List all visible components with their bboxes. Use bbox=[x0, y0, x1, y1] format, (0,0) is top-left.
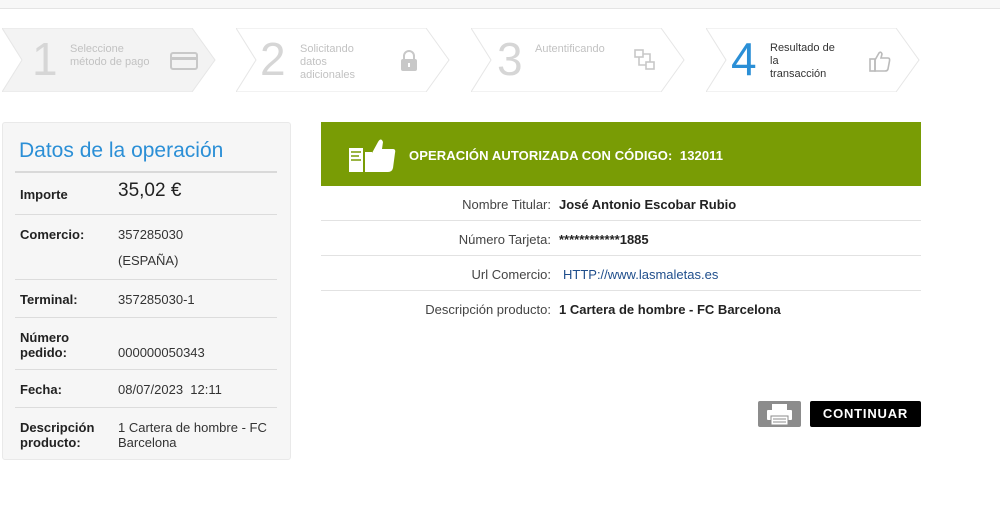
producto-value: 1 Cartera de hombre - FC Barcelona bbox=[559, 302, 781, 317]
step-1-select-payment: 1 Seleccione método de pago bbox=[2, 28, 217, 92]
row-comercio: Comercio: 357285030 (ESPAÑA) bbox=[15, 215, 277, 280]
descripcion-value-line: 1 Cartera de hombre - FC bbox=[118, 420, 267, 435]
step-2-label-line: Solicitando bbox=[300, 43, 354, 55]
fecha-label: Fecha: bbox=[20, 382, 62, 397]
step-1-label-line: Seleccione bbox=[70, 43, 124, 55]
pedido-value: 000000050343 bbox=[118, 345, 205, 360]
descripcion-label: Descripción producto: bbox=[20, 420, 94, 450]
step-1-number: 1 bbox=[32, 33, 58, 85]
step-1-label-line: método de pago bbox=[70, 56, 150, 68]
descripcion-value: 1 Cartera de hombre - FC Barcelona bbox=[118, 420, 267, 450]
step-2-label-line: datos bbox=[300, 56, 327, 68]
thumbs-up-receipt-icon bbox=[349, 139, 396, 172]
step-3-number: 3 bbox=[497, 33, 523, 85]
step-4-transaction-result: 4 Resultado de la transacción bbox=[706, 28, 921, 92]
terminal-value: 357285030-1 bbox=[118, 292, 195, 307]
detail-row-titular: Nombre Titular: José Antonio Escobar Rub… bbox=[321, 186, 921, 221]
producto-label: Descripción producto: bbox=[425, 302, 551, 317]
top-bar bbox=[0, 0, 1000, 9]
merchant-url-link[interactable]: HTTP://www.lasmaletas.es bbox=[563, 267, 718, 282]
continue-button[interactable]: CONTINUAR bbox=[810, 401, 921, 427]
network-icon bbox=[634, 49, 655, 70]
step-3-authenticating: 3 Autentificando bbox=[471, 28, 686, 92]
descripcion-label-line: producto: bbox=[20, 435, 81, 450]
importe-label: Importe bbox=[20, 187, 68, 202]
pedido-label-line: pedido: bbox=[20, 345, 67, 360]
step-4-label-line: transacción bbox=[770, 68, 827, 80]
tarjeta-value: ************1885 bbox=[559, 232, 649, 247]
print-button[interactable] bbox=[758, 401, 801, 427]
step-3-label-line: Autentificando bbox=[535, 43, 605, 55]
comercio-value: 357285030 bbox=[118, 227, 184, 242]
step-4-label-line: la bbox=[770, 55, 779, 67]
descripcion-label-line: Descripción bbox=[20, 420, 95, 435]
authorization-banner: OPERACIÓN AUTORIZADA CON CÓDIGO: 132011 bbox=[321, 122, 921, 186]
step-4-label: Resultado de la transacción bbox=[770, 42, 835, 81]
thumbs-up-icon bbox=[869, 51, 891, 72]
row-terminal: Terminal: 357285030-1 bbox=[15, 280, 277, 318]
step-2-label-line: adicionales bbox=[300, 69, 356, 81]
url-label: Url Comercio: bbox=[471, 267, 551, 282]
row-descripcion: Descripción producto: 1 Cartera de hombr… bbox=[15, 408, 277, 458]
detail-row-url: Url Comercio: HTTP://www.lasmaletas.es bbox=[321, 256, 921, 291]
printer-icon bbox=[767, 404, 792, 426]
pedido-label-line: Número bbox=[20, 330, 70, 345]
operation-data-panel: Datos de la operación Importe 35,02 € Co… bbox=[2, 122, 291, 460]
step-1-label: Seleccione método de pago bbox=[70, 43, 150, 69]
row-fecha: Fecha: 08/07/2023 12:11 bbox=[15, 370, 277, 408]
step-2-label: Solicitando datos adicionales bbox=[300, 43, 355, 82]
titular-label: Nombre Titular: bbox=[462, 197, 551, 212]
fecha-value: 08/07/2023 12:11 bbox=[118, 382, 222, 397]
pedido-label: Número pedido: bbox=[20, 330, 69, 360]
row-pedido: Número pedido: 000000050343 bbox=[15, 318, 277, 370]
comercio-country: (ESPAÑA) bbox=[118, 253, 179, 268]
importe-value: 35,02 € bbox=[118, 180, 182, 201]
descripcion-value-line: Barcelona bbox=[118, 435, 177, 450]
step-2-number: 2 bbox=[260, 33, 286, 85]
titular-value: José Antonio Escobar Rubio bbox=[559, 197, 737, 212]
lock-icon bbox=[401, 50, 417, 71]
panel-title: Datos de la operación bbox=[19, 139, 224, 162]
step-4-number: 4 bbox=[731, 33, 757, 85]
terminal-label: Terminal: bbox=[20, 292, 78, 307]
step-4-label-line: Resultado de bbox=[770, 42, 835, 54]
authorization-message: OPERACIÓN AUTORIZADA CON CÓDIGO: 132011 bbox=[409, 148, 724, 163]
step-3-label: Autentificando bbox=[535, 43, 605, 56]
credit-card-icon bbox=[170, 52, 198, 70]
row-importe: Importe 35,02 € bbox=[15, 173, 277, 215]
detail-row-tarjeta: Número Tarjeta: ************1885 bbox=[321, 221, 921, 256]
tarjeta-label: Número Tarjeta: bbox=[458, 232, 551, 247]
comercio-label: Comercio: bbox=[20, 227, 85, 242]
step-2-additional-data: 2 Solicitando datos adicionales bbox=[236, 28, 451, 92]
detail-row-producto: Descripción producto: 1 Cartera de hombr… bbox=[321, 291, 921, 326]
